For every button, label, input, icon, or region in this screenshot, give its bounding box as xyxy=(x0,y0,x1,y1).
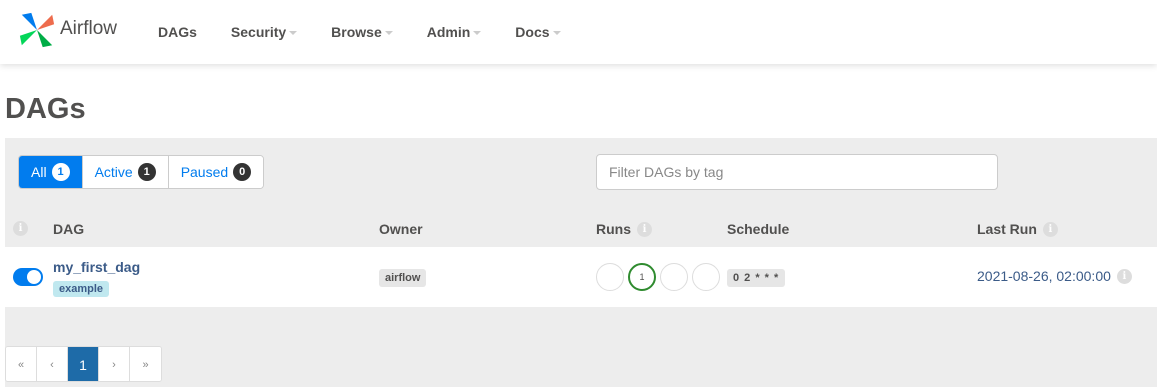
table-row: my_first_dag example airflow 1 0 2 * * *… xyxy=(5,247,1157,307)
dag-tag[interactable]: example xyxy=(53,281,110,297)
run-state-success[interactable]: 1 xyxy=(628,263,656,291)
run-state-failed[interactable] xyxy=(692,263,720,291)
run-state-queued[interactable] xyxy=(596,263,624,291)
nav-security-label: Security xyxy=(230,24,287,40)
info-icon[interactable]: i xyxy=(1042,221,1058,237)
filter-active-label: Active xyxy=(94,164,133,180)
filter-active-count-badge: 1 xyxy=(137,163,156,181)
nav-browse[interactable]: Browse xyxy=(331,24,393,40)
nav-admin[interactable]: Admin xyxy=(427,24,482,40)
caret-down-icon xyxy=(384,31,393,35)
nav-menu: DAGs Security Browse Admin Docs xyxy=(158,24,595,40)
nav-dags[interactable]: DAGs xyxy=(158,24,197,40)
column-header-last-run: Last Run i xyxy=(977,221,1058,237)
column-header-runs: Runs i xyxy=(596,221,652,237)
airflow-logo-icon xyxy=(18,11,56,54)
current-page-button[interactable]: 1 xyxy=(68,347,99,381)
filter-paused-button[interactable]: Paused 0 xyxy=(168,156,264,188)
brand-name: Airflow xyxy=(60,18,118,39)
first-page-button[interactable]: « xyxy=(6,347,37,381)
dags-panel: All 1 Active 1 Paused 0 Filter DAGs by t… xyxy=(5,138,1157,387)
next-page-button[interactable]: › xyxy=(99,347,130,381)
filter-all-count-badge: 1 xyxy=(51,163,70,181)
column-header-last-run-label: Last Run xyxy=(977,221,1037,237)
schedule-tag[interactable]: 0 2 * * * xyxy=(727,269,786,287)
page-title: DAGs xyxy=(5,93,86,125)
nav-admin-label: Admin xyxy=(426,24,471,40)
prev-page-button[interactable]: ‹ xyxy=(37,347,68,381)
column-header-schedule-label: Schedule xyxy=(727,221,790,237)
column-header-owner-label: Owner xyxy=(379,221,423,237)
dag-pause-toggle[interactable] xyxy=(13,268,43,286)
nav-docs-label: Docs xyxy=(515,24,550,40)
nav-dags-label: DAGs xyxy=(158,24,197,40)
last-run: 2021-08-26, 02:00:00 i xyxy=(977,268,1132,284)
filter-paused-label: Paused xyxy=(180,164,229,180)
caret-down-icon xyxy=(552,31,561,35)
column-header-dag[interactable]: DAG xyxy=(53,221,84,237)
owner-tag[interactable]: airflow xyxy=(379,269,427,287)
info-icon[interactable]: i xyxy=(1116,268,1132,284)
column-header-runs-label: Runs xyxy=(596,221,631,237)
navbar: Airflow DAGs Security Browse Admin Docs xyxy=(0,0,1157,64)
status-filter-group: All 1 Active 1 Paused 0 xyxy=(18,155,265,189)
filter-active-button[interactable]: Active 1 xyxy=(82,156,169,188)
filter-all-button[interactable]: All 1 xyxy=(19,156,83,188)
nav-docs[interactable]: Docs xyxy=(515,24,561,40)
filter-all-label: All xyxy=(31,164,47,180)
last-run-link[interactable]: 2021-08-26, 02:00:00 xyxy=(977,268,1111,284)
pagination: « ‹ 1 › » xyxy=(5,346,162,382)
last-page-button[interactable]: » xyxy=(130,347,161,381)
info-icon[interactable]: i xyxy=(13,221,28,236)
toggle-knob xyxy=(27,270,41,284)
info-icon[interactable]: i xyxy=(637,221,652,237)
caret-down-icon xyxy=(473,31,482,35)
column-header-owner[interactable]: Owner xyxy=(379,221,423,237)
dag-id-link[interactable]: my_first_dag xyxy=(53,259,140,275)
run-state-running[interactable] xyxy=(660,263,688,291)
tag-filter-placeholder: Filter DAGs by tag xyxy=(609,164,724,180)
column-header-schedule: Schedule xyxy=(727,221,789,237)
nav-security[interactable]: Security xyxy=(230,24,298,40)
filter-paused-count-badge: 0 xyxy=(233,163,252,181)
caret-down-icon xyxy=(289,31,298,35)
header-info-icon-wrap: i xyxy=(13,221,28,236)
brand-home-link[interactable]: Airflow xyxy=(18,11,158,54)
tag-filter-input[interactable]: Filter DAGs by tag xyxy=(596,154,998,190)
column-header-dag-label: DAG xyxy=(53,221,85,237)
nav-browse-label: Browse xyxy=(331,24,382,40)
recent-runs: 1 xyxy=(596,263,720,295)
